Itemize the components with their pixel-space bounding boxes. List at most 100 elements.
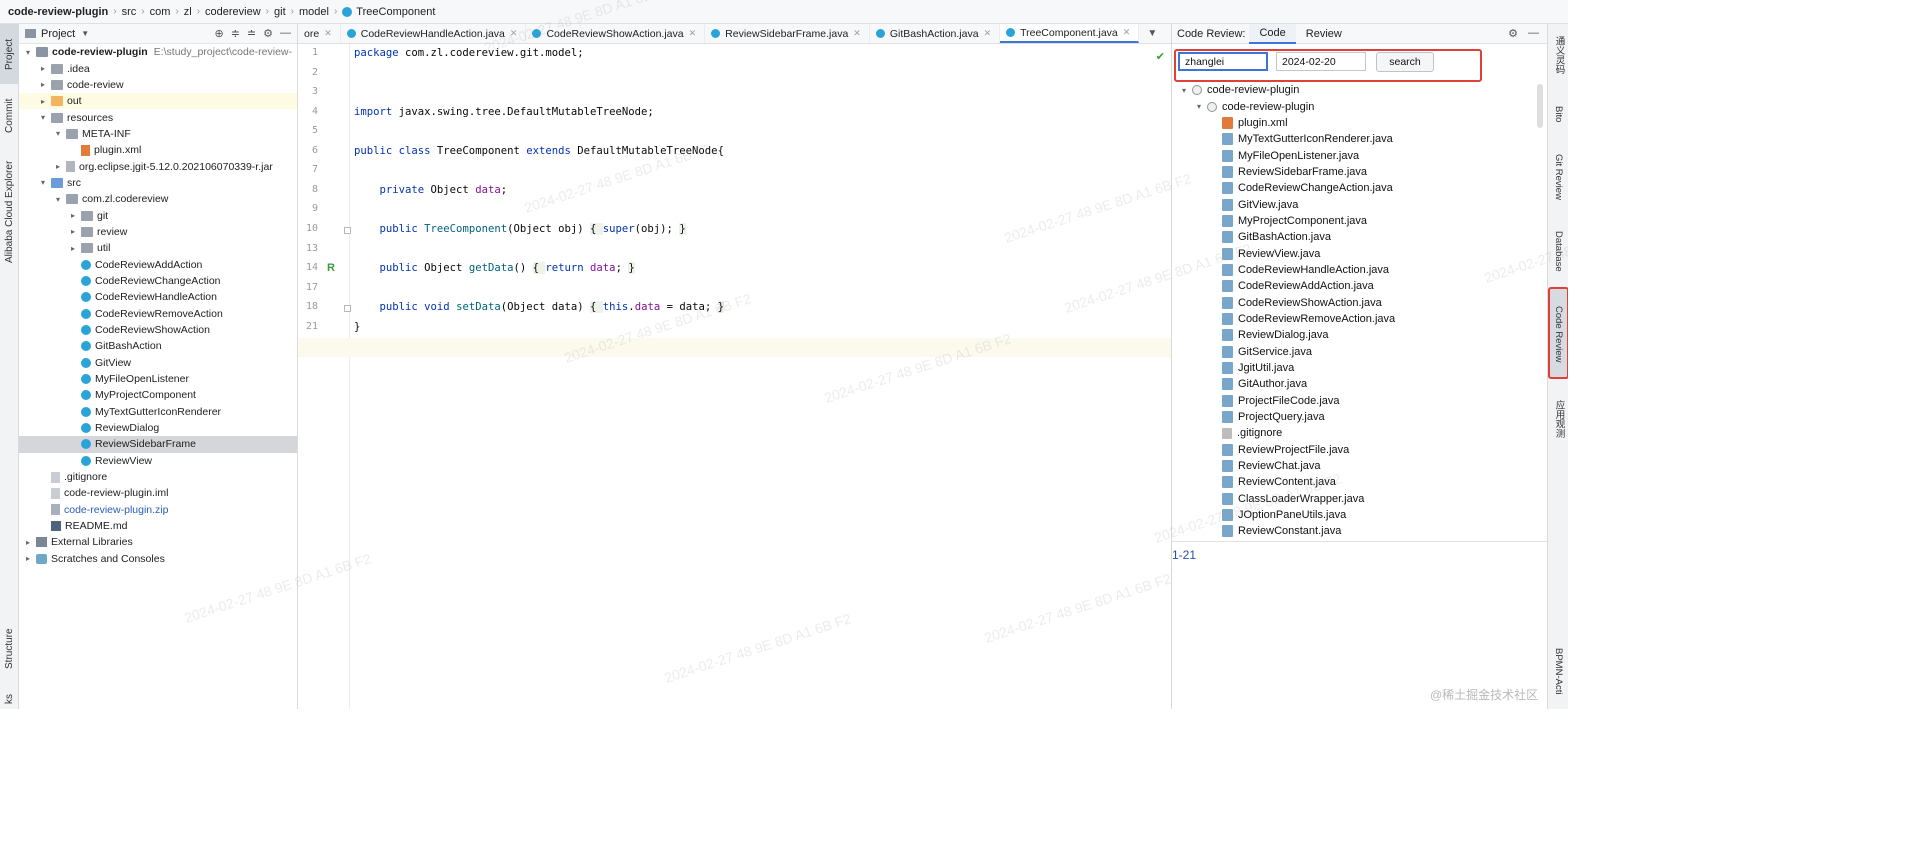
tree-item[interactable]: ▸ Scratches and Consoles	[19, 551, 297, 567]
review-tree-item[interactable]: ClassLoaderWrapper.java	[1172, 491, 1548, 507]
review-tree-item[interactable]: GitView.java	[1172, 196, 1548, 212]
tree-item[interactable]: MyProjectComponent	[19, 387, 297, 403]
tree-item[interactable]: ▸ External Libraries	[19, 534, 297, 550]
tree-item[interactable]: ▸ util	[19, 240, 297, 256]
review-tree-item[interactable]: plugin.xml	[1172, 115, 1548, 131]
review-tree-item[interactable]: ▾ code-review-plugin	[1172, 82, 1548, 98]
bookmarks-tool-button[interactable]: ks	[0, 689, 19, 709]
editor-tab[interactable]: GitBashAction.java ✕	[870, 24, 1001, 43]
tree-item[interactable]: ReviewSidebarFrame	[19, 436, 297, 453]
tree-item[interactable]: ReviewView	[19, 453, 297, 469]
review-tree-item[interactable]: CodeReviewAddAction.java	[1172, 278, 1548, 294]
date-input[interactable]	[1276, 52, 1366, 71]
hide-icon[interactable]: —	[280, 27, 291, 40]
chevron-icon[interactable]: ▸	[53, 162, 63, 171]
git-review-tool-button[interactable]: Git Review	[1548, 142, 1568, 212]
close-icon[interactable]: ✕	[689, 28, 697, 39]
tree-item[interactable]: .gitignore	[19, 469, 297, 485]
chevron-icon[interactable]: ▸	[23, 554, 33, 563]
breadcrumb-item[interactable]: git	[274, 6, 286, 18]
chevron-icon[interactable]: ▾	[38, 178, 48, 187]
database-tool-button[interactable]: Database	[1548, 220, 1568, 282]
editor-tab[interactable]: CodeReviewShowAction.java ✕	[526, 24, 706, 43]
gear-icon[interactable]: ⚙	[263, 27, 273, 40]
tab-review[interactable]: Review	[1296, 24, 1352, 44]
commit-tool-button[interactable]: Commit	[0, 86, 19, 146]
chevron-icon[interactable]: ▾	[1178, 86, 1190, 95]
chevron-icon[interactable]: ▸	[68, 244, 78, 253]
review-tree-item[interactable]: ReviewChat.java	[1172, 458, 1548, 474]
tree-item[interactable]: README.md	[19, 518, 297, 534]
review-tree-item[interactable]: JgitUtil.java	[1172, 360, 1548, 376]
review-tree-item[interactable]: MyTextGutterIconRenderer.java	[1172, 131, 1548, 147]
review-tree-item[interactable]: CodeReviewChangeAction.java	[1172, 180, 1548, 196]
tree-item[interactable]: ▾ code-review-plugin E:\study_project\code…	[19, 44, 297, 60]
override-marker[interactable]: R	[327, 262, 335, 274]
tree-item[interactable]: CodeReviewShowAction	[19, 322, 297, 338]
tree-item[interactable]: ▾ src	[19, 175, 297, 191]
editor-tab[interactable]: CodeReviewHandleAction.java ✕	[341, 24, 527, 43]
no-problems-icon[interactable]: ✔	[1156, 50, 1165, 63]
tree-item[interactable]: ▸ git	[19, 207, 297, 223]
tree-scrollbar[interactable]	[1537, 84, 1543, 128]
close-icon[interactable]: ✕	[853, 28, 861, 39]
project-panel-title[interactable]: Project	[41, 28, 75, 40]
tree-item[interactable]: code-review-plugin.iml	[19, 485, 297, 501]
tongyi-tool-button[interactable]: 通义灵码	[1548, 26, 1568, 84]
review-tree-item[interactable]: GitBashAction.java	[1172, 229, 1548, 245]
breadcrumb-item[interactable]: com	[150, 6, 171, 18]
structure-tool-button[interactable]: Structure	[0, 619, 19, 679]
editor-tab[interactable]: ReviewSidebarFrame.java ✕	[705, 24, 870, 43]
close-icon[interactable]: ✕	[984, 28, 992, 39]
tree-item[interactable]: CodeReviewHandleAction	[19, 289, 297, 305]
review-tree-item[interactable]: ReviewView.java	[1172, 245, 1548, 261]
review-tree-item[interactable]: ReviewConstant.java	[1172, 523, 1548, 539]
tree-item[interactable]: MyTextGutterIconRenderer	[19, 404, 297, 420]
review-tree-item[interactable]: ProjectFileCode.java	[1172, 393, 1548, 409]
tree-item[interactable]: MyFileOpenListener	[19, 371, 297, 387]
tree-item[interactable]: CodeReviewChangeAction	[19, 273, 297, 289]
breadcrumb-item[interactable]: codereview	[205, 6, 261, 18]
review-tree-item[interactable]: .gitignore	[1172, 425, 1548, 441]
close-icon[interactable]: ✕	[324, 28, 332, 39]
chevron-icon[interactable]: ▾	[23, 48, 33, 57]
bpmn-tool-button[interactable]: BPMN-Acti	[1548, 634, 1568, 709]
editor-tab[interactable]: TreeComponent.java ✕	[1000, 24, 1140, 43]
tree-item[interactable]: CodeReviewRemoveAction	[19, 306, 297, 322]
tree-item[interactable]: ▸ org.eclipse.jgit-5.12.0.202106070339-r.…	[19, 158, 297, 174]
tree-item[interactable]: ▸ out	[19, 93, 297, 110]
expand-all-icon[interactable]: ≑	[231, 27, 240, 40]
review-tree-item[interactable]: ▾ code-review-plugin	[1172, 98, 1548, 114]
tree-item[interactable]: GitBashAction	[19, 338, 297, 354]
review-tree-item[interactable]: ProjectQuery.java	[1172, 409, 1548, 425]
breadcrumb-item[interactable]: zl	[184, 6, 192, 18]
gear-icon[interactable]: ⚙	[1508, 27, 1518, 40]
tree-item[interactable]: ▸ code-review	[19, 77, 297, 93]
chevron-down-icon[interactable]: ▼	[81, 29, 89, 38]
project-tool-button[interactable]: Project	[0, 24, 19, 84]
chevron-icon[interactable]: ▸	[68, 227, 78, 236]
review-tree-item[interactable]: ReviewProjectFile.java	[1172, 442, 1548, 458]
tree-item[interactable]: plugin.xml	[19, 142, 297, 158]
chevron-icon[interactable]: ▸	[68, 211, 78, 220]
tree-item[interactable]: ▾ com.zl.codereview	[19, 191, 297, 207]
breadcrumb-item[interactable]: code-review-plugin	[8, 6, 108, 18]
breadcrumb-item[interactable]: src	[122, 6, 137, 18]
review-tree-item[interactable]: MyFileOpenListener.java	[1172, 147, 1548, 163]
close-icon[interactable]: ✕	[510, 28, 518, 39]
search-button[interactable]: search	[1376, 52, 1434, 72]
review-tree-item[interactable]: GitAuthor.java	[1172, 376, 1548, 392]
chevron-icon[interactable]: ▸	[38, 97, 48, 106]
chevron-icon[interactable]: ▸	[38, 80, 48, 89]
breadcrumb-item[interactable]: model	[299, 6, 329, 18]
review-tree-item[interactable]: GitService.java	[1172, 344, 1548, 360]
review-tree-item[interactable]: ReviewContent.java	[1172, 474, 1548, 490]
tree-item[interactable]: ReviewDialog	[19, 420, 297, 436]
review-tree-item[interactable]: CodeReviewRemoveAction.java	[1172, 311, 1548, 327]
locate-icon[interactable]: ⊕	[214, 27, 223, 40]
review-tree-item[interactable]: CodeReviewHandleAction.java	[1172, 262, 1548, 278]
bito-tool-button[interactable]: Bito	[1548, 94, 1568, 134]
alibaba-cloud-tool-button[interactable]: Alibaba Cloud Explorer	[0, 152, 19, 272]
tab-code[interactable]: Code	[1249, 23, 1296, 44]
app-observe-tool-button[interactable]: 应用观测	[1548, 388, 1568, 450]
